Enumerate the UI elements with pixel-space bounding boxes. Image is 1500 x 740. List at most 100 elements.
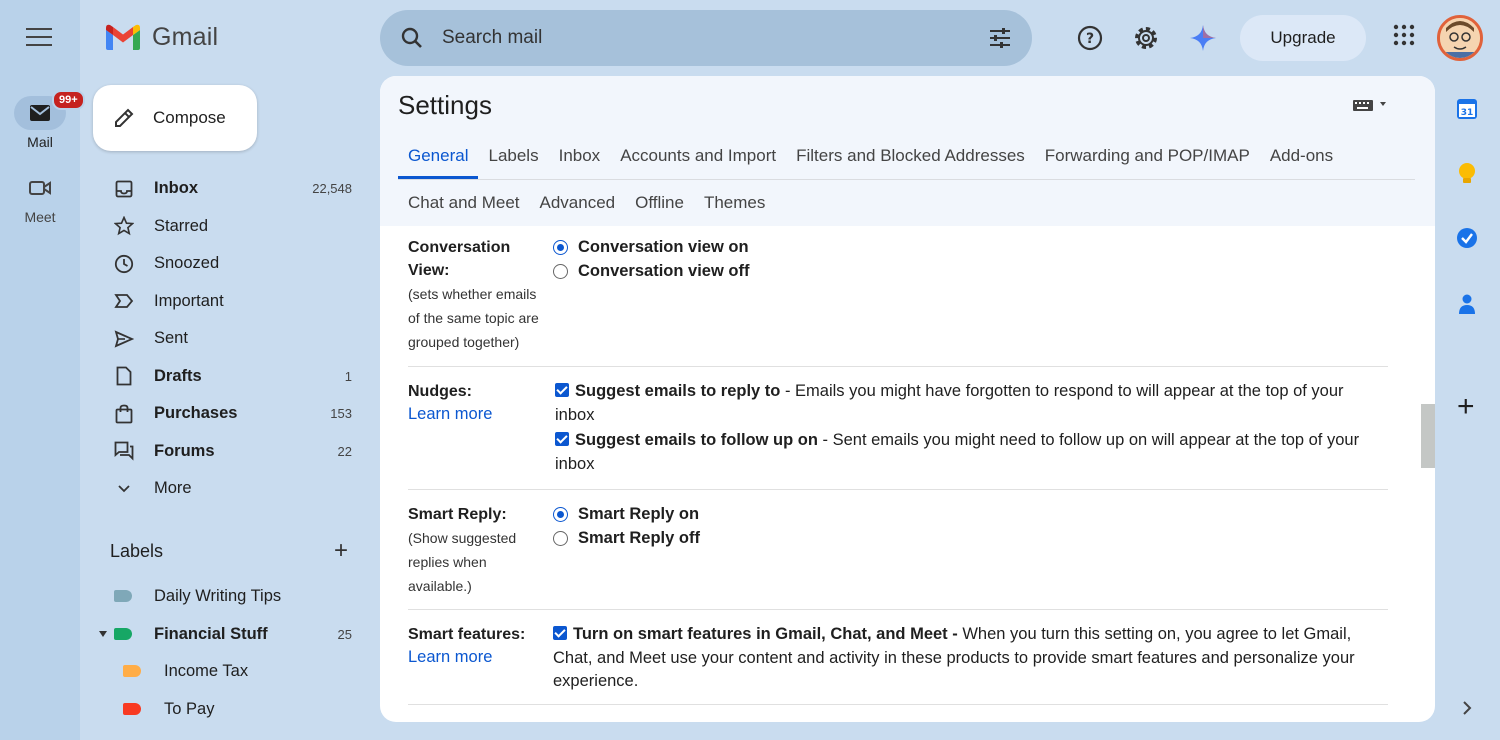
gemini-sparkle-icon[interactable]: [1189, 24, 1217, 52]
label-name: To Pay: [164, 699, 215, 718]
labels-heading: Labels: [110, 541, 164, 561]
tab-filters[interactable]: Filters and Blocked Addresses: [786, 132, 1035, 179]
keep-icon[interactable]: [1456, 162, 1478, 186]
nav-item-inbox[interactable]: Inbox 22,548: [96, 170, 366, 208]
radio-unchecked[interactable]: [553, 530, 568, 546]
tab-labels[interactable]: Labels: [478, 132, 548, 179]
nav-count: 22: [337, 443, 352, 459]
settings-scrollbar[interactable]: [1421, 404, 1435, 468]
chevron-right-icon[interactable]: [1461, 700, 1473, 716]
help-icon[interactable]: ?: [1076, 24, 1104, 52]
setting-label: Conversation View: (sets whether emails …: [408, 236, 548, 354]
label-name: Financial Stuff: [154, 624, 268, 643]
smart-reply-on-option[interactable]: Smart Reply on: [553, 503, 1388, 527]
radio-unchecked[interactable]: [553, 263, 568, 279]
tab-inbox[interactable]: Inbox: [549, 132, 611, 179]
setting-smart-features: Smart features: Learn more Turn on smart…: [408, 623, 1388, 705]
main-menu-icon[interactable]: [26, 28, 52, 48]
tab-accounts-and-import[interactable]: Accounts and Import: [610, 132, 786, 179]
setting-title: Nudges:: [408, 383, 472, 400]
nav-item-snoozed[interactable]: Snoozed: [96, 245, 366, 283]
nav-item-purchases[interactable]: Purchases 153: [96, 395, 366, 433]
smart-reply-off-option[interactable]: Smart Reply off: [553, 527, 1388, 551]
gmail-logo[interactable]: Gmail: [104, 22, 218, 52]
smart-features-option: Turn on smart features in Gmail, Chat, a…: [553, 623, 1383, 694]
inbox-icon: [115, 180, 133, 198]
tab-add-ons[interactable]: Add-ons: [1260, 132, 1343, 179]
nav-item-sent[interactable]: Sent: [96, 320, 366, 358]
forum-icon: [114, 441, 134, 461]
option-label: Smart Reply on: [578, 505, 700, 523]
setting-title: Smart features:: [408, 626, 526, 643]
search-options-icon[interactable]: [988, 27, 1012, 49]
settings-header: Settings General Labels Inbox Accounts a…: [380, 76, 1435, 226]
smart-features-checkbox[interactable]: [553, 626, 567, 640]
label-item-financial-stuff[interactable]: Financial Stuff 25: [98, 619, 360, 649]
search-icon[interactable]: [400, 26, 424, 50]
label-item-to-pay[interactable]: To Pay: [123, 694, 214, 724]
setting-options: Turn on smart features in Gmail, Chat, a…: [553, 623, 1383, 694]
settings-tabs-row1: General Labels Inbox Accounts and Import…: [398, 132, 1415, 180]
label-item-daily-writing-tips[interactable]: Daily Writing Tips: [114, 581, 281, 611]
nudges-learn-more-link[interactable]: Learn more: [408, 403, 548, 426]
gmail-m-icon: [106, 24, 140, 50]
nav-label: Starred: [154, 216, 209, 235]
side-panel: 31 +: [1444, 0, 1500, 740]
setting-options: Conversation view on Conversation view o…: [553, 236, 1388, 283]
nav-label: Important: [154, 291, 224, 310]
rail-meet[interactable]: Meet: [0, 178, 80, 225]
calendar-icon[interactable]: 31: [1456, 98, 1478, 120]
caret-down-icon[interactable]: [98, 630, 108, 638]
apps-grid-icon[interactable]: [1393, 24, 1415, 46]
radio-checked[interactable]: [553, 507, 568, 523]
nav-item-forums[interactable]: Forums 22: [96, 433, 366, 471]
label-name: Income Tax: [164, 661, 249, 680]
suggest-reply-checkbox[interactable]: [555, 383, 569, 397]
mail-pill[interactable]: 99+: [14, 90, 85, 130]
nav-item-important[interactable]: Important: [96, 283, 366, 321]
nav-count: 22,548: [312, 181, 352, 197]
input-tools-icon[interactable]: [1352, 98, 1388, 112]
tasks-icon[interactable]: [1456, 227, 1478, 249]
suggest-follow-up-checkbox[interactable]: [555, 432, 569, 446]
compose-button[interactable]: Compose: [93, 85, 257, 151]
compose-label: Compose: [153, 108, 226, 127]
contacts-icon[interactable]: [1456, 293, 1478, 315]
upgrade-button[interactable]: Upgrade: [1240, 15, 1366, 61]
label-item-income-tax[interactable]: Income Tax: [123, 656, 248, 686]
conversation-view-off-option[interactable]: Conversation view off: [553, 260, 1388, 284]
label-name: Daily Writing Tips: [154, 586, 282, 605]
tab-themes[interactable]: Themes: [694, 179, 775, 226]
nav-item-more[interactable]: More: [96, 470, 366, 508]
mail-icon: [30, 105, 50, 121]
setting-conversation-view: Conversation View: (sets whether emails …: [408, 236, 1388, 367]
nav-count: 1: [344, 368, 352, 384]
video-camera-icon: [29, 181, 51, 195]
smart-features-learn-more-link[interactable]: Learn more: [408, 646, 548, 669]
search-input[interactable]: [442, 27, 942, 49]
draft-icon: [116, 366, 132, 386]
setting-description: (sets whether emails of the same topic a…: [408, 286, 539, 350]
add-label-button[interactable]: +: [334, 539, 348, 563]
star-icon: [114, 216, 134, 236]
tab-offline[interactable]: Offline: [625, 179, 694, 226]
option-label: Conversation view off: [578, 261, 750, 280]
nav-item-drafts[interactable]: Drafts 1: [96, 358, 366, 396]
tab-chat-and-meet[interactable]: Chat and Meet: [398, 179, 530, 226]
important-icon: [114, 294, 134, 309]
radio-checked[interactable]: [553, 240, 568, 256]
tab-general[interactable]: General: [398, 132, 479, 179]
tab-forwarding[interactable]: Forwarding and POP/IMAP: [1035, 132, 1260, 179]
conversation-view-on-option[interactable]: Conversation view on: [553, 236, 1388, 260]
settings-gear-icon[interactable]: [1132, 24, 1160, 52]
add-addon-button[interactable]: +: [1457, 392, 1475, 422]
nav-item-starred[interactable]: Starred: [96, 208, 366, 246]
search-bar: [380, 10, 1032, 66]
suggest-reply-option: Suggest emails to reply to - Emails you …: [555, 380, 1385, 427]
tab-advanced[interactable]: Advanced: [530, 179, 626, 226]
rail-mail-label: Mail: [27, 134, 53, 150]
label-tag-icon: [114, 590, 132, 602]
nav-label: Snoozed: [154, 254, 220, 273]
rail-mail[interactable]: 99+ Mail: [0, 90, 85, 150]
setting-label: Smart features: Learn more: [408, 623, 548, 669]
